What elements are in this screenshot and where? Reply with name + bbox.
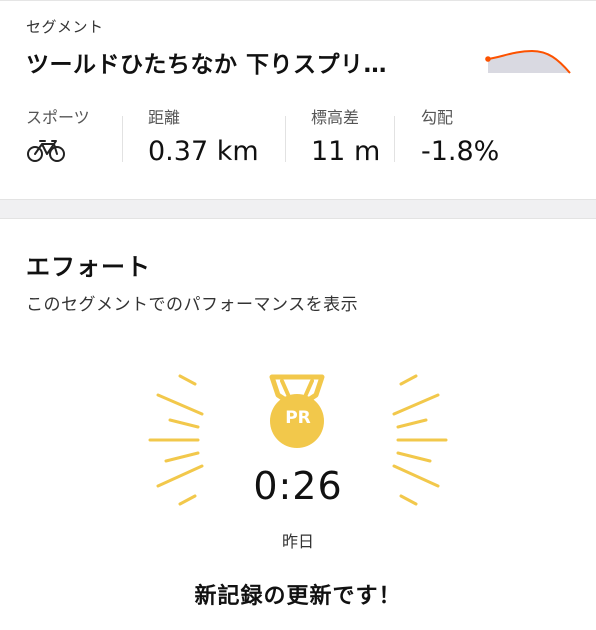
stat-divider [394,116,395,162]
stat-elevation-label: 標高差 [311,108,360,127]
stat-distance-label: 距離 [148,108,181,127]
section-label: セグメント [26,18,104,36]
elevation-profile-thumbnail [485,49,571,74]
stat-sport-label: スポーツ [26,108,90,127]
section-separator [0,199,596,219]
stat-grade-value: -1.8% [421,136,500,167]
stat-elevation-value: 11 m [311,136,381,167]
effort-section-title: エフォート [26,253,151,281]
stat-divider [122,116,123,162]
pr-date: 昨日 [281,532,314,551]
stat-distance-value: 0.37 km [148,136,259,167]
stat-divider [285,116,286,162]
pr-time: 0:26 [253,464,343,508]
pr-badge-label: PR [285,408,311,428]
stat-grade-label: 勾配 [421,108,454,127]
pr-message: 新記録の更新です！ [194,584,402,609]
effort-section-subtitle: このセグメントでのパフォーマンスを表示 [26,295,359,315]
segment-detail-screen: セグメント ツールドひたちなか 下りスプリ… スポーツ 距離 0.37 km 標… [0,0,596,630]
segment-summary-card: セグメント ツールドひたちなか 下りスプリ… スポーツ 距離 0.37 km 標… [0,1,596,199]
segment-title[interactable]: ツールドひたちなか 下りスプリ… [26,45,446,79]
bike-icon [27,140,65,162]
